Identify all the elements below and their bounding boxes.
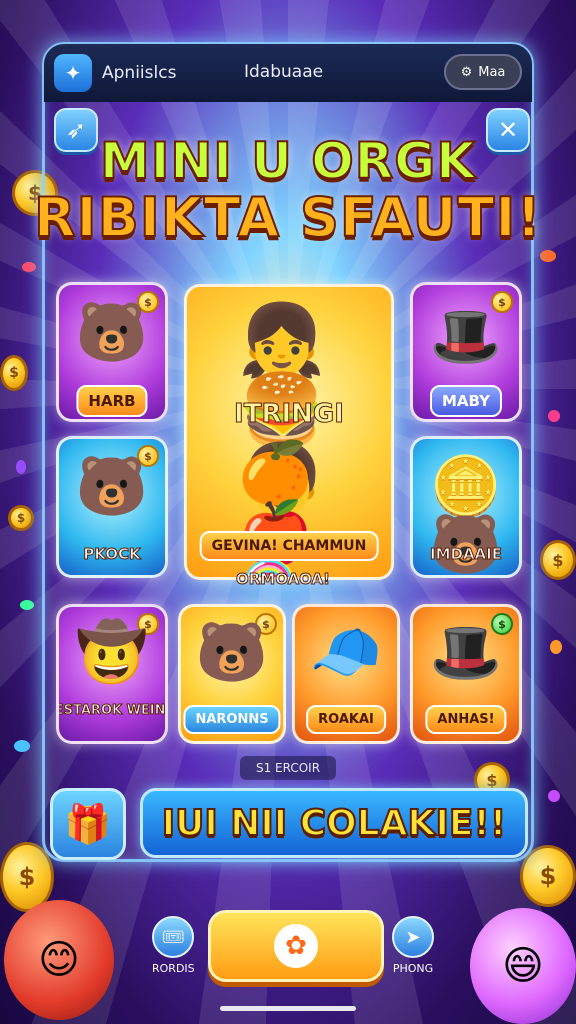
headline-line-1: MINI U ORGK (99, 131, 476, 191)
nav-phone-label: PHONG (392, 962, 434, 975)
card-label: ROAKAI (306, 705, 386, 734)
green-bear-icon: 🐻 (195, 618, 269, 686)
confetti (548, 790, 560, 802)
game-card[interactable]: 🧢 ROAKAI (292, 604, 400, 744)
card-label: ANHAS! (425, 705, 507, 734)
settings-button[interactable]: ⚙ Maa (444, 54, 522, 90)
nav-rewards[interactable]: 🎟 RORDIS (152, 916, 195, 975)
confetti (14, 740, 30, 752)
bear-hat-icon: 🤠 (75, 618, 149, 686)
tab-title: Idabuaae (244, 62, 324, 82)
candy-mascot-icon: 😄 (470, 908, 576, 1024)
status-text: S1 ERCOIR (240, 756, 336, 780)
flower-icon: ✿ (274, 924, 318, 968)
confetti (20, 600, 34, 610)
game-card[interactable]: $ 🐻 HARB (56, 282, 168, 422)
nav-rewards-label: RORDIS (152, 962, 195, 975)
confetti (548, 410, 560, 422)
coin-icon: $ (540, 540, 576, 580)
featured-game-card[interactable]: 👧🍔👦 ITRINGI 🍊🍎🍭 GEVINA! CHAMMUN (184, 284, 394, 580)
coin-icon: $ (0, 355, 28, 391)
settings-label: Maa (478, 64, 506, 80)
card-label: NARONNS (183, 705, 281, 734)
game-card[interactable]: $ 🐻 NARONNS (178, 604, 286, 744)
bear-coins-icon: 🐻 (75, 452, 149, 520)
game-card[interactable]: $ 🐻 PKOCK (56, 436, 168, 578)
confetti (22, 262, 36, 272)
coin-icon: $ (8, 505, 34, 531)
featured-card-title: ITRINGI (234, 399, 345, 430)
app-name: Apniislcs (102, 63, 177, 83)
gift-box-icon: 🎁 (64, 801, 112, 846)
gear-icon: ⚙ (460, 64, 473, 80)
red-hat-icon: 🧢 (309, 618, 383, 686)
play-button[interactable]: ✿ (208, 910, 384, 982)
card-label: MABY (429, 385, 503, 417)
nav-phone[interactable]: ➤ PHONG (392, 916, 434, 975)
bear-icon: 🐻 (75, 298, 149, 366)
card-label: HARB (76, 385, 148, 417)
top-bar: ✦ Apniislcs Idabuaae ⚙ Maa (44, 44, 532, 102)
confetti (16, 460, 26, 474)
app-icon[interactable]: ✦ (54, 54, 92, 92)
home-indicator[interactable] (220, 1006, 356, 1011)
game-card[interactable]: $ 🤠 RESTAROK WEINIT (56, 604, 168, 744)
game-card[interactable]: $ 🎩 ANHAS! (410, 604, 522, 744)
blue-hat-icon: 🎩 (429, 618, 503, 686)
confetti (550, 640, 562, 654)
card-label: IMDAAIE (429, 545, 503, 564)
game-card[interactable]: $ 🎩 MABY (410, 282, 522, 422)
confetti (540, 250, 556, 262)
featured-card-subtitle: ORMOAOA! (236, 570, 331, 589)
gift-button[interactable]: 🎁 (50, 788, 126, 860)
promo-banner[interactable]: IUI NII COLAKIE!! (140, 788, 528, 858)
send-icon: ➤ (392, 916, 434, 958)
featured-card-label: GEVINA! CHAMMUN (199, 531, 379, 561)
card-label: RESTAROK WEINIT (59, 703, 166, 719)
apple-mascot-icon: 😊 (4, 900, 114, 1020)
game-card[interactable]: 🪙🐻 IMDAAIE (410, 436, 522, 578)
candy-hat-icon: 🎩 (429, 302, 503, 370)
ticket-icon: 🎟 (152, 916, 195, 958)
headline-line-2: RIBIKTA SFAUTI! (33, 185, 543, 250)
card-label: PKOCK (83, 545, 141, 564)
